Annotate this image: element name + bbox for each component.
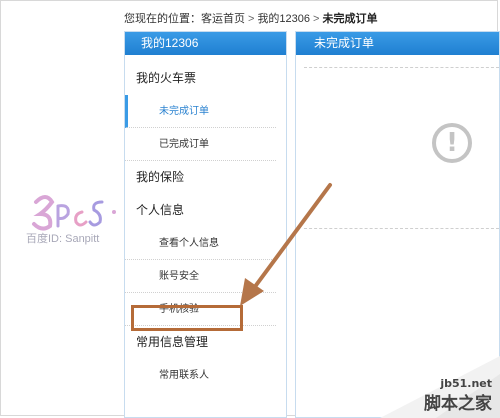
sidebar-item-finished-orders[interactable]: 已完成订单 bbox=[125, 128, 276, 161]
breadcrumb-separator: > bbox=[313, 13, 320, 25]
sidebar-menu: 我的火车票 未完成订单 已完成订单 我的保险 个人信息 查看个人信息 账号安全 … bbox=[125, 55, 286, 392]
sidebar-group-personal-info[interactable]: 个人信息 bbox=[125, 194, 286, 227]
divider bbox=[304, 228, 499, 229]
sidebar-group-tickets[interactable]: 我的火车票 bbox=[125, 62, 286, 95]
sidebar-item-view-personal-info[interactable]: 查看个人信息 bbox=[125, 227, 276, 260]
corner-site-name: 脚本之家 bbox=[424, 394, 492, 413]
highlight-box bbox=[131, 305, 243, 331]
sidebar-item-account-security[interactable]: 账号安全 bbox=[125, 260, 276, 293]
sidebar-item-unfinished-orders[interactable]: 未完成订单 bbox=[125, 95, 276, 128]
breadcrumb-mine-link[interactable]: 我的12306 bbox=[257, 13, 310, 25]
sidebar: 我的12306 我的火车票 未完成订单 已完成订单 我的保险 个人信息 查看个人… bbox=[124, 31, 287, 418]
breadcrumb-current: 未完成订单 bbox=[322, 13, 378, 25]
breadcrumb-separator: > bbox=[248, 13, 255, 25]
sidebar-title: 我的12306 bbox=[125, 32, 286, 55]
sidebar-item-contacts[interactable]: 常用联系人 bbox=[125, 359, 276, 392]
sidebar-group-insurance[interactable]: 我的保险 bbox=[125, 161, 286, 194]
breadcrumb-home-link[interactable]: 客运首页 bbox=[201, 13, 245, 25]
breadcrumb-prefix: 您现在的位置： bbox=[124, 13, 201, 25]
main-panel-title: 未完成订单 bbox=[296, 32, 499, 55]
divider bbox=[304, 67, 499, 68]
watermark-logo bbox=[32, 195, 116, 231]
breadcrumb: 您现在的位置：客运首页 > 我的12306 > 未完成订单 bbox=[124, 10, 377, 26]
watermark-text: 百度ID: Sanpitt bbox=[26, 233, 100, 245]
exclamation-circle-icon: ! bbox=[432, 123, 472, 163]
